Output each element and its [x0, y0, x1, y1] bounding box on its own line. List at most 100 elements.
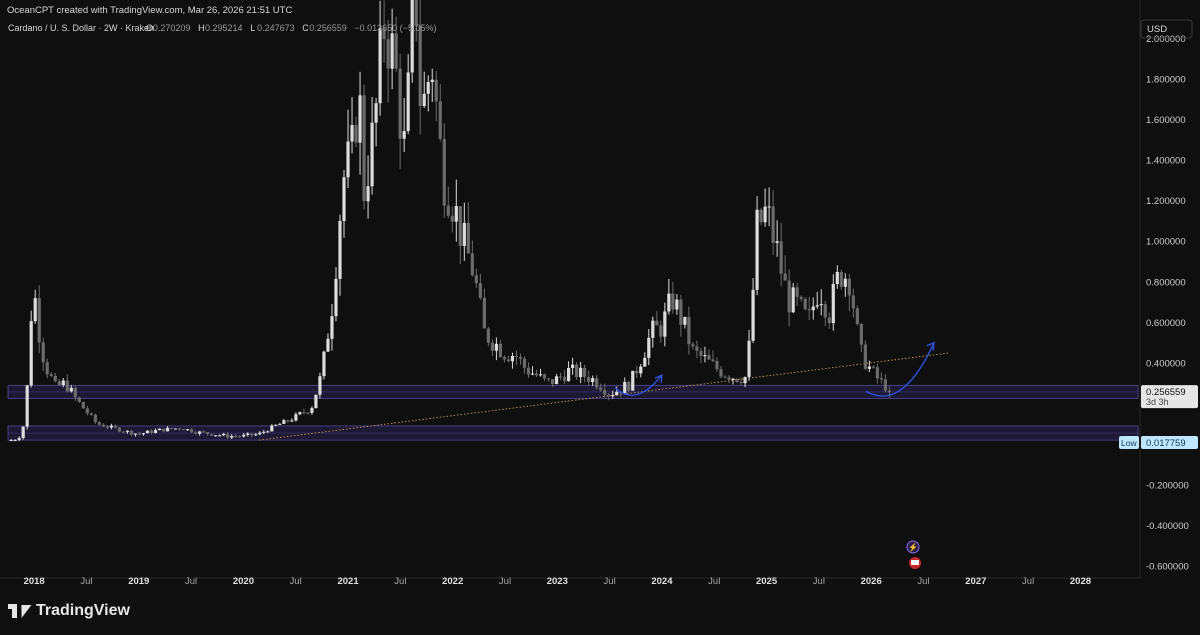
candle[interactable] [410, 0, 414, 73]
candle[interactable] [779, 241, 783, 274]
candle[interactable] [494, 343, 499, 351]
candle[interactable] [675, 299, 679, 310]
candle[interactable] [839, 271, 843, 287]
candle[interactable] [627, 382, 631, 391]
candle[interactable] [755, 209, 759, 290]
candle[interactable] [534, 373, 539, 376]
candle[interactable] [502, 357, 507, 360]
candle[interactable] [647, 337, 651, 358]
symbol-title[interactable]: Cardano / U. S. Dollar · 2W · Kraken [8, 23, 154, 33]
candle[interactable] [639, 366, 643, 374]
candle[interactable] [210, 434, 214, 436]
candle[interactable] [747, 340, 751, 378]
candle[interactable] [362, 95, 366, 202]
candle[interactable] [342, 177, 346, 222]
candle[interactable] [715, 361, 719, 370]
candle[interactable] [310, 408, 314, 413]
candle[interactable] [354, 125, 358, 143]
candle[interactable] [346, 141, 350, 178]
candle[interactable] [855, 308, 859, 324]
candle[interactable] [651, 320, 655, 338]
candle[interactable] [137, 433, 142, 435]
candle[interactable] [683, 316, 687, 325]
candle[interactable] [125, 430, 130, 432]
candle[interactable] [190, 429, 194, 433]
candle[interactable] [623, 382, 627, 394]
candle[interactable] [258, 432, 262, 435]
candle[interactable] [863, 344, 867, 369]
candle[interactable] [242, 434, 246, 437]
candle[interactable] [338, 221, 342, 279]
candle[interactable] [133, 433, 138, 435]
candle[interactable] [711, 359, 715, 362]
candle[interactable] [97, 422, 101, 425]
candle[interactable] [402, 131, 406, 139]
candle[interactable] [418, 25, 422, 107]
candle[interactable] [679, 299, 683, 325]
candle[interactable] [65, 380, 69, 392]
candle[interactable] [350, 125, 354, 142]
candle[interactable] [386, 39, 390, 69]
candle[interactable] [214, 435, 218, 437]
candle[interactable] [226, 433, 230, 438]
candle[interactable] [887, 390, 892, 393]
candle[interactable] [61, 380, 65, 386]
candle[interactable] [430, 79, 434, 83]
candle[interactable] [57, 381, 61, 386]
price-axis[interactable] [1140, 0, 1200, 630]
candle[interactable] [583, 367, 587, 377]
candle[interactable] [546, 378, 551, 380]
candle[interactable] [45, 362, 49, 375]
candle[interactable] [462, 222, 466, 246]
candle[interactable] [571, 364, 575, 369]
candle[interactable] [194, 432, 198, 434]
candle[interactable] [145, 430, 150, 434]
candle[interactable] [663, 311, 667, 337]
candle[interactable] [518, 357, 523, 359]
candle[interactable] [438, 101, 442, 139]
candle[interactable] [109, 425, 113, 428]
candle[interactable] [366, 186, 370, 202]
candle[interactable] [763, 206, 767, 223]
candle[interactable] [234, 436, 238, 438]
candle[interactable] [149, 430, 154, 433]
candle[interactable] [827, 317, 831, 324]
candle[interactable] [466, 222, 470, 254]
candle[interactable] [262, 431, 266, 433]
candle[interactable] [807, 309, 811, 311]
candle[interactable] [803, 298, 807, 310]
candle[interactable] [859, 323, 863, 345]
candle[interactable] [482, 297, 486, 329]
candle[interactable] [510, 356, 515, 362]
candle[interactable] [667, 293, 671, 312]
candle[interactable] [398, 68, 402, 139]
candle[interactable] [53, 375, 57, 382]
candle[interactable] [631, 370, 635, 391]
candle[interactable] [691, 344, 695, 347]
candle[interactable] [591, 378, 595, 383]
candle[interactable] [89, 413, 93, 415]
candle[interactable] [434, 79, 438, 102]
candle[interactable] [727, 377, 731, 380]
candle[interactable] [579, 367, 583, 378]
candle[interactable] [835, 271, 839, 284]
price-chart[interactable]: 2.000000 1.800000 1.600000 1.400000 1.200000… [0, 0, 1200, 630]
candle[interactable] [181, 429, 186, 431]
candle[interactable] [498, 343, 503, 358]
candle[interactable] [21, 426, 25, 439]
candle[interactable] [615, 391, 619, 396]
candle[interactable] [270, 425, 274, 432]
candle[interactable] [871, 366, 875, 368]
candle[interactable] [843, 278, 847, 287]
candle[interactable] [566, 368, 571, 382]
candle[interactable] [49, 374, 53, 376]
candle[interactable] [454, 206, 458, 222]
candle[interactable] [121, 431, 126, 433]
candle[interactable] [811, 306, 815, 311]
candle[interactable] [17, 438, 21, 441]
candle[interactable] [458, 206, 462, 246]
candle[interactable] [707, 355, 711, 360]
candle[interactable] [538, 374, 543, 376]
candle[interactable] [33, 298, 37, 322]
candle[interactable] [587, 376, 591, 383]
